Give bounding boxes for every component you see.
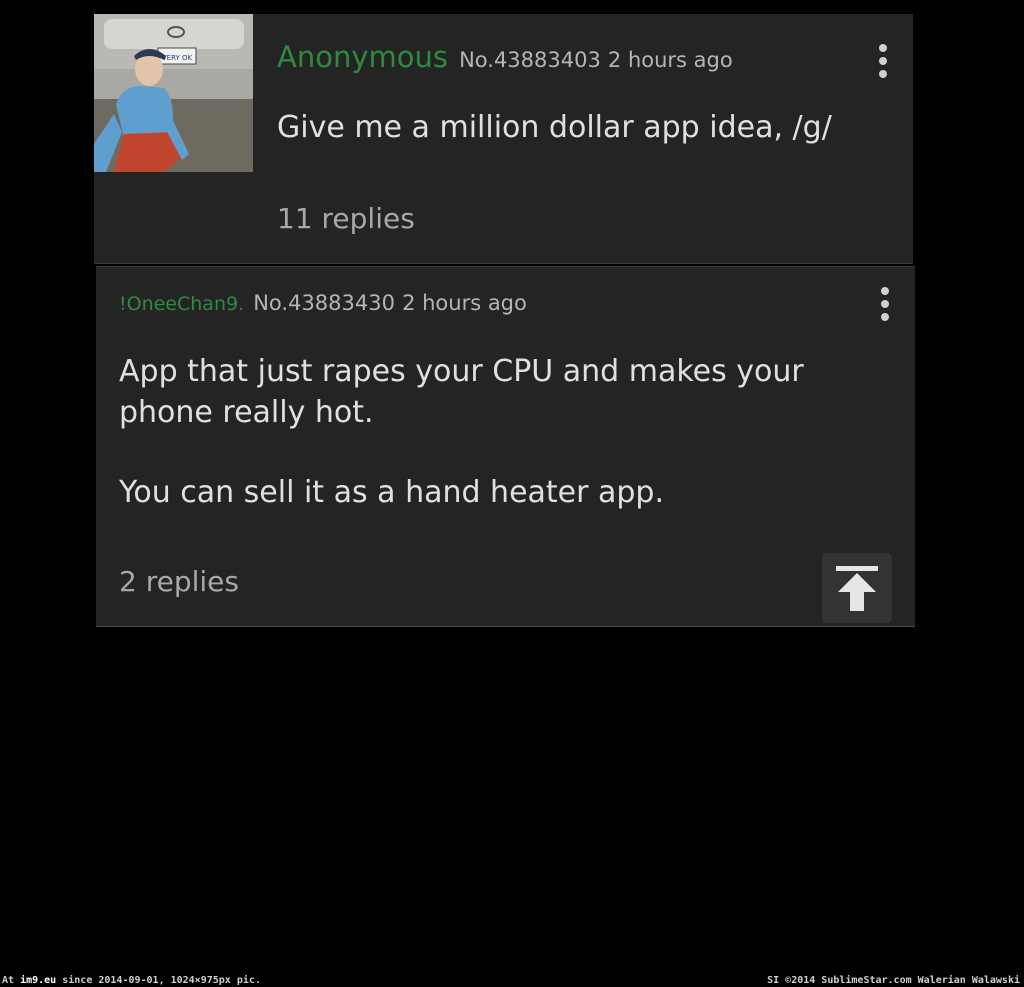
post-number[interactable]: No.43883403 xyxy=(459,48,601,72)
overflow-menu-icon[interactable] xyxy=(873,285,897,325)
footer-site-link[interactable]: im9.eu xyxy=(20,975,56,986)
reply-post: !OneeChan9. No.43883430 2 hours ago App … xyxy=(96,266,915,627)
scroll-to-top-button[interactable] xyxy=(822,553,892,623)
license-plate-text: VERY OK xyxy=(162,54,193,62)
footer-prefix: At xyxy=(2,975,15,986)
footer-credit: SI ©2014 SublimeStar.com Walerian Walaws… xyxy=(767,975,1020,986)
replies-count[interactable]: 11 replies xyxy=(277,202,415,235)
overflow-menu-icon[interactable] xyxy=(871,42,895,82)
post-comment: Give me a million dollar app idea, /g/ xyxy=(277,110,832,145)
op-thumbnail[interactable]: VERY OK xyxy=(94,14,253,172)
image-footer: At im9.eu since 2014-09-01, 1024×975px p… xyxy=(0,973,1024,987)
thread-view: VERY OK Anonymous No.43883403 2 hours ag… xyxy=(0,0,1024,987)
reply-header: !OneeChan9. No.43883430 2 hours ago xyxy=(119,291,527,315)
poster-tripcode: !OneeChan9. xyxy=(119,293,245,315)
footer-left: At im9.eu since 2014-09-01, 1024×975px p… xyxy=(2,975,261,986)
arrow-up-to-top-icon xyxy=(836,566,878,611)
footer-info: since 2014-09-01, 1024×975px pic. xyxy=(62,975,261,986)
poster-name: Anonymous xyxy=(277,40,448,74)
post-comment: App that just rapes your CPU and makes y… xyxy=(119,351,879,552)
post-time: 2 hours ago xyxy=(402,291,527,315)
op-header: Anonymous No.43883403 2 hours ago xyxy=(277,40,733,74)
op-thumbnail-image: VERY OK xyxy=(94,14,253,172)
op-post: VERY OK Anonymous No.43883403 2 hours ag… xyxy=(94,14,913,264)
post-number[interactable]: No.43883430 xyxy=(253,291,395,315)
comment-paragraph: App that just rapes your CPU and makes y… xyxy=(119,354,804,430)
post-time: 2 hours ago xyxy=(607,48,733,72)
replies-count[interactable]: 2 replies xyxy=(119,565,239,598)
comment-paragraph: You can sell it as a hand heater app. xyxy=(119,475,665,510)
